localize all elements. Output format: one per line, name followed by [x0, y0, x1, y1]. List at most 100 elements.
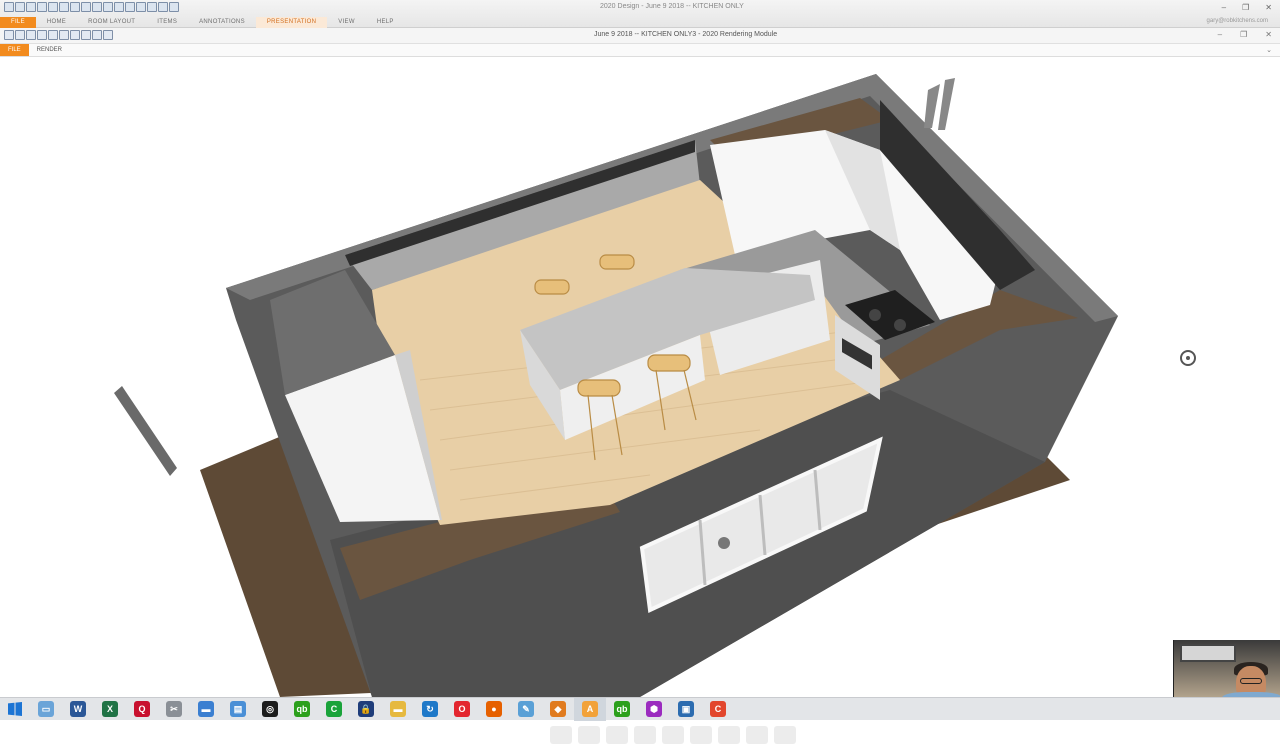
walk-icon[interactable]	[634, 726, 656, 744]
webcam-glasses	[1240, 678, 1262, 684]
render-export-icon[interactable]	[103, 30, 113, 40]
file-manager-icon: ▬	[390, 701, 406, 717]
render-options-icon[interactable]	[92, 30, 102, 40]
camtasia-icon: ◎	[262, 701, 278, 717]
render-settings-icon[interactable]	[81, 30, 91, 40]
user-email[interactable]: gary@robkitchens.com	[1207, 18, 1268, 24]
taskbar-monitor-button[interactable]: ▣	[670, 698, 702, 721]
taskbar-quickbooks-button[interactable]: qb	[286, 698, 318, 721]
pen-icon: ✎	[518, 701, 534, 717]
paste-icon[interactable]	[103, 2, 113, 12]
menu-render[interactable]: RENDER	[29, 44, 70, 56]
taskbar-word-button[interactable]: W	[62, 698, 94, 721]
delete-icon[interactable]	[114, 2, 124, 12]
app-menu-icon[interactable]	[4, 2, 14, 12]
new-file-icon[interactable]	[26, 2, 36, 12]
tools-icon: ✂	[166, 701, 182, 717]
close-icon[interactable]: ✕	[1265, 3, 1272, 12]
tab-view[interactable]: VIEW	[327, 17, 366, 28]
camtasia-green-icon: C	[326, 701, 342, 717]
render-print-icon[interactable]	[26, 30, 36, 40]
tab-annotations[interactable]: ANNOTATIONS	[188, 17, 256, 28]
collapse-ribbon-icon[interactable]: ⌄	[1266, 46, 1272, 54]
taskbar-opera-button[interactable]: O	[446, 698, 478, 721]
render-copy-icon[interactable]	[48, 30, 58, 40]
minimize-icon[interactable]: –	[1222, 3, 1226, 12]
tab-items[interactable]: ITEMS	[146, 17, 188, 28]
redo-icon[interactable]	[70, 2, 80, 12]
taskbar-camtasia-button[interactable]: ◎	[254, 698, 286, 721]
orbit-icon[interactable]	[578, 726, 600, 744]
quicken-icon: Q	[134, 701, 150, 717]
word-icon: W	[70, 701, 86, 717]
taskbar-notepad-button[interactable]: ▤	[222, 698, 254, 721]
explorer-icon: ▬	[198, 701, 214, 717]
taskbar-camtasia-green-button[interactable]: C	[318, 698, 350, 721]
settings-icon[interactable]	[746, 726, 768, 744]
navigation-toolbar	[542, 721, 814, 749]
sync-icon: ↻	[422, 701, 438, 717]
tab-home[interactable]: HOME	[36, 17, 77, 28]
taskbar-lock-app-button[interactable]: 🔒	[350, 698, 382, 721]
copy-icon[interactable]	[92, 2, 102, 12]
taskbar-quicken-button[interactable]: Q	[126, 698, 158, 721]
render-close-icon[interactable]: ✕	[1265, 30, 1272, 39]
camtasia-rec-icon: C	[710, 701, 726, 717]
export-icon[interactable]	[169, 2, 179, 12]
taskbar-task-view-button[interactable]: ▭	[30, 698, 62, 721]
render-restore-icon[interactable]: ❐	[1240, 30, 1247, 39]
render-page-icon[interactable]	[59, 30, 69, 40]
outer-window-controls: – ❐ ✕	[1222, 3, 1272, 12]
start-button[interactable]	[0, 698, 30, 721]
tab-file[interactable]: FILE	[0, 17, 36, 28]
tab-presentation[interactable]: PRESENTATION	[255, 17, 328, 28]
restore-icon[interactable]: ❐	[1242, 3, 1249, 12]
taskbar-tools-button[interactable]: ✂	[158, 698, 190, 721]
taskbar-sync-button[interactable]: ↻	[414, 698, 446, 721]
door-light	[718, 537, 730, 549]
render-save-icon[interactable]	[4, 30, 14, 40]
taskbar-explorer-button[interactable]: ▬	[190, 698, 222, 721]
render-minimize-icon[interactable]: –	[1218, 30, 1222, 39]
undo-icon[interactable]	[59, 2, 69, 12]
zoom-icon[interactable]	[147, 2, 157, 12]
tab-help[interactable]: HELP	[366, 17, 405, 28]
camera-icon[interactable]	[718, 726, 740, 744]
taskbar-excel-button[interactable]: X	[94, 698, 126, 721]
lock-app-icon: 🔒	[358, 701, 374, 717]
grid-icon[interactable]	[125, 2, 135, 12]
taskbar-design-button[interactable]: ◆	[542, 698, 574, 721]
taskbar-firefox-button[interactable]: ●	[478, 698, 510, 721]
tab-room-layout[interactable]: ROOM LAYOUT	[77, 17, 146, 28]
pan-icon[interactable]	[550, 726, 572, 744]
taskbar-file-manager-button[interactable]: ▬	[382, 698, 414, 721]
zoom-extents-icon[interactable]	[690, 726, 712, 744]
taskbar-2020-design-button[interactable]: A	[574, 697, 606, 721]
lock-icon[interactable]	[15, 2, 25, 12]
quickbooks-icon: qb	[294, 701, 310, 717]
taskbar-pen-button[interactable]: ✎	[510, 698, 542, 721]
ribbon-tabs: FILE HOME ROOM LAYOUT ITEMS ANNOTATIONS …	[0, 17, 405, 28]
orbit-cursor-icon	[1180, 350, 1196, 366]
save-icon[interactable]	[48, 2, 58, 12]
layout-icon[interactable]	[136, 2, 146, 12]
render-title-bar: June 9 2018 -- KITCHEN ONLY3 - 2020 Rend…	[0, 28, 1280, 44]
windows-taskbar: ▭ W X Q ✂ ▬ ▤ ◎ qb C 🔒 ▬ ↻ O ● ✎ ◆ Aqb ⬢ ▣ C	[0, 697, 1280, 721]
taskbar-camtasia-rec-button[interactable]: C	[702, 698, 734, 721]
taskbar-quickbooks2-button[interactable]: qb	[606, 698, 638, 721]
opera-icon: O	[454, 701, 470, 717]
taskbar-gallery-button[interactable]: ⬢	[638, 698, 670, 721]
menu-file[interactable]: FILE	[0, 44, 29, 56]
render-camera-icon[interactable]	[70, 30, 80, 40]
settings-icon[interactable]	[158, 2, 168, 12]
home-view-icon[interactable]	[662, 726, 684, 744]
render-viewport[interactable]	[0, 57, 1280, 744]
cut-icon[interactable]	[81, 2, 91, 12]
render-zoom-icon[interactable]	[37, 30, 47, 40]
render-refresh-icon[interactable]	[15, 30, 25, 40]
render-icon[interactable]	[774, 726, 796, 744]
open-folder-icon[interactable]	[37, 2, 47, 12]
monitor-icon: ▣	[678, 701, 694, 717]
gallery-icon: ⬢	[646, 701, 662, 717]
light-icon[interactable]	[606, 726, 628, 744]
